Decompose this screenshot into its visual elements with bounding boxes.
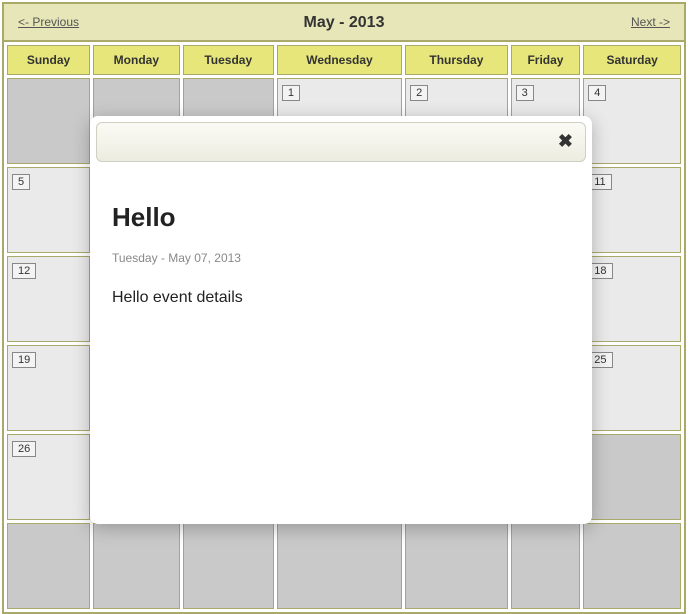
- day-number: 4: [588, 85, 606, 101]
- day-cell[interactable]: 18: [583, 256, 681, 342]
- day-cell[interactable]: [583, 434, 681, 520]
- day-cell[interactable]: [7, 523, 90, 609]
- day-cell[interactable]: 25: [583, 345, 681, 431]
- close-icon[interactable]: ✖: [558, 132, 573, 150]
- day-cell[interactable]: [405, 523, 508, 609]
- day-cell[interactable]: 4: [583, 78, 681, 164]
- day-number: 2: [410, 85, 428, 101]
- day-cell[interactable]: 19: [7, 345, 90, 431]
- day-cell[interactable]: [183, 523, 274, 609]
- day-cell[interactable]: [7, 78, 90, 164]
- day-cell[interactable]: 5: [7, 167, 90, 253]
- event-modal: ✖ Hello Tuesday - May 07, 2013 Hello eve…: [90, 116, 592, 524]
- day-number: 26: [12, 441, 36, 457]
- dayhead-wednesday: Wednesday: [277, 45, 402, 75]
- prev-link[interactable]: <- Previous: [18, 15, 79, 29]
- modal-heading: Hello: [112, 202, 570, 233]
- next-link[interactable]: Next ->: [631, 15, 670, 29]
- day-number: 19: [12, 352, 36, 368]
- day-number: 12: [12, 263, 36, 279]
- modal-details: Hello event details: [112, 289, 570, 307]
- modal-body: Hello Tuesday - May 07, 2013 Hello event…: [90, 168, 592, 329]
- dayhead-saturday: Saturday: [583, 45, 681, 75]
- day-number: 3: [516, 85, 534, 101]
- dayhead-monday: Monday: [93, 45, 180, 75]
- dayhead-friday: Friday: [511, 45, 581, 75]
- modal-titlebar[interactable]: ✖: [96, 122, 586, 162]
- day-cell[interactable]: 26: [7, 434, 90, 520]
- day-cell[interactable]: 12: [7, 256, 90, 342]
- day-number: 1: [282, 85, 300, 101]
- dayhead-tuesday: Tuesday: [183, 45, 274, 75]
- day-number: 5: [12, 174, 30, 190]
- day-cell[interactable]: [583, 523, 681, 609]
- day-cell[interactable]: [93, 523, 180, 609]
- day-cell[interactable]: 11: [583, 167, 681, 253]
- calendar-header: <- Previous May - 2013 Next ->: [4, 4, 684, 42]
- modal-date: Tuesday - May 07, 2013: [112, 251, 570, 265]
- day-cell[interactable]: [277, 523, 402, 609]
- calendar-title: May - 2013: [4, 4, 684, 42]
- dayhead-sunday: Sunday: [7, 45, 90, 75]
- day-cell[interactable]: [511, 523, 581, 609]
- dayhead-thursday: Thursday: [405, 45, 508, 75]
